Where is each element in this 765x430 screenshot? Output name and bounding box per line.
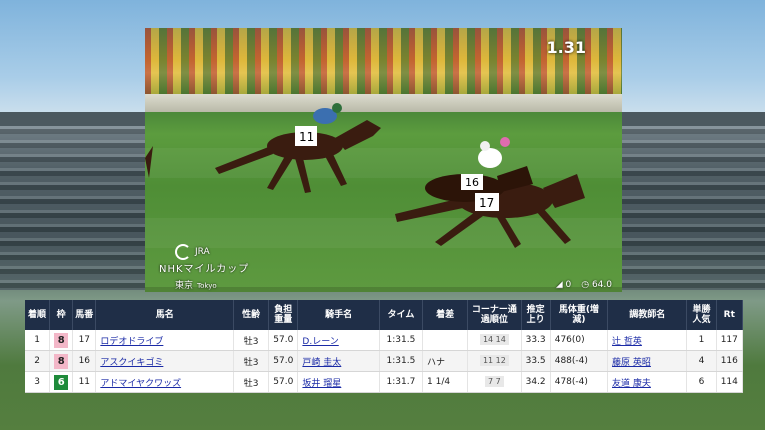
cell-horse: アドマイヤクワッズ (95, 371, 235, 393)
horse-link[interactable]: アドマイヤクワッズ (100, 379, 181, 389)
cell-rating: 116 (716, 350, 744, 372)
cell-margin: ハナ (422, 350, 469, 372)
cell-horse: ロデオドライブ (95, 330, 235, 351)
cell-horse: アスクイキゴミ (95, 350, 235, 372)
cell-body-weight: 478(-4) (550, 371, 609, 393)
stadium-stand-right (615, 120, 765, 290)
col-rank: 着順 (25, 300, 51, 330)
cell-rating: 117 (716, 330, 744, 351)
cell-sex-age: 牡3 (233, 330, 270, 351)
col-sex-age: 性齢 (233, 300, 270, 330)
cell-trainer: 友道 康夫 (607, 371, 688, 393)
horse-link[interactable]: ロデオドライブ (100, 337, 163, 347)
svg-text:17: 17 (479, 196, 494, 210)
svg-text:11: 11 (299, 130, 314, 144)
cell-weight: 57.0 (268, 330, 299, 351)
race-name-overlay: NHKマイルカップ (159, 264, 250, 275)
svg-text:16: 16 (465, 176, 479, 189)
corner-badge: 11 12 (479, 355, 509, 366)
col-body-weight: 馬体重(増減) (550, 300, 609, 330)
cell-body-weight: 476(0) (550, 330, 609, 351)
col-weight: 負担重量 (268, 300, 299, 330)
video-progress-track[interactable] (145, 287, 622, 292)
cell-rank: 3 (25, 371, 51, 393)
cell-margin (422, 330, 469, 351)
cell-jockey: 戸崎 圭太 (297, 350, 380, 372)
jra-mark-icon (175, 244, 191, 260)
cell-umaban: 16 (72, 350, 97, 372)
corner-badge: 7 7 (485, 376, 504, 387)
cell-waku: 8 (49, 330, 74, 351)
cell-rating: 114 (716, 371, 744, 393)
waku-badge: 8 (54, 332, 69, 348)
cell-margin: 1 1/4 (422, 371, 469, 393)
col-popularity: 単勝人気 (686, 300, 717, 330)
race-video-player[interactable]: 11 16 17 1.31 JRA NHKマイルカップ 東京 Tokyo ◢ 0… (145, 28, 622, 292)
cell-body-weight: 488(-4) (550, 350, 609, 372)
cell-last3f: 33.5 (521, 350, 551, 372)
cell-rank: 2 (25, 350, 51, 372)
cell-sex-age: 牡3 (233, 371, 270, 393)
col-last3f: 推定上り (521, 300, 551, 330)
col-trainer: 調教師名 (607, 300, 688, 330)
waku-badge: 6 (54, 374, 69, 390)
cell-corner: 7 7 (467, 371, 522, 393)
col-margin: 着差 (422, 300, 469, 330)
cell-jockey: 坂井 瑠星 (297, 371, 380, 393)
jockey-link[interactable]: 戸崎 圭太 (302, 358, 341, 368)
trainer-link[interactable]: 辻 哲英 (612, 337, 642, 347)
trainer-link[interactable]: 友道 康夫 (612, 379, 651, 389)
col-waku: 枠 (49, 300, 74, 330)
broadcaster-label: JRA (195, 247, 210, 257)
cell-popularity: 1 (686, 330, 717, 351)
horse-link[interactable]: アスクイキゴミ (100, 358, 163, 368)
cell-corner: 11 12 (467, 350, 522, 372)
cell-jockey: D.レーン (297, 330, 380, 351)
table-row: 2 8 16 アスクイキゴミ 牡3 57.0 戸崎 圭太 1:31.5 ハナ 1… (25, 350, 744, 372)
cell-corner: 14 14 (467, 330, 522, 351)
cell-time: 1:31.5 (379, 330, 424, 351)
cell-time: 1:31.7 (379, 371, 424, 393)
cell-time: 1:31.5 (379, 350, 424, 372)
cell-umaban: 17 (72, 330, 97, 351)
video-timer: 1.31 (546, 38, 586, 57)
cell-weight: 57.0 (268, 371, 299, 393)
cell-popularity: 6 (686, 371, 717, 393)
trainer-link[interactable]: 藤原 英昭 (612, 358, 651, 368)
corner-badge: 14 14 (479, 334, 509, 345)
cell-last3f: 34.2 (521, 371, 551, 393)
cell-sex-age: 牡3 (233, 350, 270, 372)
stadium-stand-left (0, 120, 150, 290)
cell-weight: 57.0 (268, 350, 299, 372)
col-time: タイム (379, 300, 424, 330)
jockey-right-icon (478, 148, 502, 168)
cell-waku: 6 (49, 371, 74, 393)
cell-trainer: 辻 哲英 (607, 330, 688, 351)
col-umaban: 馬番 (72, 300, 97, 330)
cell-rank: 1 (25, 330, 51, 351)
video-horses-graphic: 11 16 17 (145, 103, 585, 248)
waku-badge: 8 (54, 353, 69, 369)
jockey-link[interactable]: 坂井 瑠星 (302, 379, 341, 389)
col-rating: Rt (716, 300, 744, 330)
results-header-row: 着順 枠 馬番 馬名 性齢 負担重量 騎手名 タイム 着差 コーナー通過順位 推… (25, 300, 744, 330)
cell-last3f: 33.3 (521, 330, 551, 351)
col-corner: コーナー通過順位 (467, 300, 522, 330)
jockey-link[interactable]: D.レーン (302, 337, 338, 347)
results-table: 着順 枠 馬番 馬名 性齢 負担重量 騎手名 タイム 着差 コーナー通過順位 推… (25, 300, 744, 393)
col-horse: 馬名 (95, 300, 235, 330)
col-jockey: 騎手名 (297, 300, 380, 330)
cell-waku: 8 (49, 350, 74, 372)
table-row: 3 6 11 アドマイヤクワッズ 牡3 57.0 坂井 瑠星 1:31.7 1 … (25, 371, 744, 393)
jra-logo: JRA (175, 244, 210, 260)
cell-popularity: 4 (686, 350, 717, 372)
cell-umaban: 11 (72, 371, 97, 393)
table-row: 1 8 17 ロデオドライブ 牡3 57.0 D.レーン 1:31.5 14 1… (25, 330, 744, 351)
cell-trainer: 藤原 英昭 (607, 350, 688, 372)
